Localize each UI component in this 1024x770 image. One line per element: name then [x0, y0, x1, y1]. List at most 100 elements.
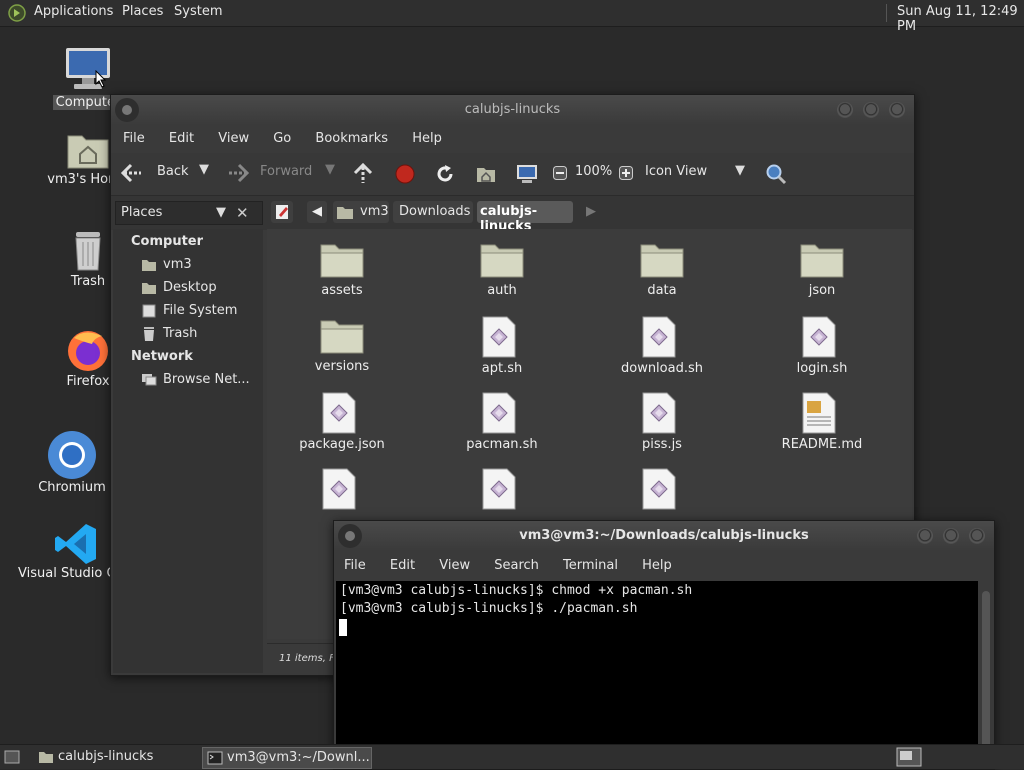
file-item-label: apt.sh — [481, 361, 523, 376]
close-sidebar-icon[interactable]: ✕ — [236, 204, 249, 222]
file-manager-titlebar[interactable]: calubjs-linucks — [111, 95, 914, 125]
distro-logo-icon[interactable] — [8, 4, 26, 22]
menu-help[interactable]: Help — [642, 558, 672, 573]
clock[interactable]: Sun Aug 11, 12:49 PM — [897, 4, 1024, 34]
close-button[interactable] — [889, 102, 905, 118]
maximize-button[interactable] — [863, 102, 879, 118]
sidebar-item-desktop[interactable]: Desktop — [141, 280, 217, 295]
zoom-level[interactable]: 100% — [575, 164, 612, 179]
up-arrow-icon[interactable] — [353, 163, 373, 185]
sidebar-item-label: Trash — [163, 326, 198, 341]
path-segment-label: Downloads — [399, 204, 471, 219]
forward-history-dropdown-icon[interactable]: ▼ — [325, 162, 335, 177]
home-icon[interactable] — [475, 164, 497, 184]
file-item[interactable]: login.sh — [767, 315, 877, 376]
terminal-output[interactable]: [vm3@vm3 calubjs-linucks]$ chmod +x pacm… — [336, 581, 978, 769]
path-left-arrow-icon[interactable]: ◀ — [307, 201, 327, 223]
file-item-label: download.sh — [620, 361, 703, 376]
reload-icon[interactable] — [435, 164, 455, 184]
places-menu[interactable]: Places — [122, 4, 163, 19]
menu-go[interactable]: Go — [273, 131, 291, 146]
window-menu-button[interactable] — [338, 524, 362, 548]
file-item-label: login.sh — [796, 361, 848, 376]
back-history-dropdown-icon[interactable]: ▼ — [199, 162, 209, 177]
forward-button[interactable]: Forward — [260, 164, 312, 179]
file-item[interactable]: assets — [287, 239, 397, 298]
search-icon[interactable] — [765, 163, 787, 185]
menu-view[interactable]: View — [218, 131, 249, 146]
mouse-cursor-icon — [95, 70, 107, 88]
terminal-scrollbar[interactable] — [980, 581, 992, 769]
computer-toolbar-icon[interactable] — [516, 163, 538, 185]
file-manager-toolbar: Back ▼ Forward ▼ 100% Icon View ▼ — [111, 153, 914, 195]
menu-view[interactable]: View — [439, 558, 470, 573]
applications-menu[interactable]: Applications — [34, 4, 113, 19]
maximize-button[interactable] — [943, 528, 959, 544]
menu-bookmarks[interactable]: Bookmarks — [315, 131, 388, 146]
file-item[interactable]: download.sh — [607, 315, 717, 376]
terminal-cursor — [339, 619, 347, 636]
zoom-in-icon[interactable] — [619, 166, 633, 180]
sidebar-item-trash[interactable]: Trash — [141, 326, 197, 341]
text-file-icon — [799, 391, 845, 435]
workspace-switcher-icon[interactable] — [896, 747, 922, 767]
view-mode-select[interactable]: Icon View — [645, 164, 707, 179]
path-segment-current[interactable]: calubjs-linucks — [477, 201, 573, 234]
file-item[interactable]: apt.sh — [447, 315, 557, 376]
file-item[interactable] — [607, 467, 717, 513]
edit-location-icon[interactable] — [271, 201, 293, 223]
close-button[interactable] — [969, 528, 985, 544]
taskbar-item-label: calubjs-linucks — [58, 749, 154, 764]
zoom-out-icon[interactable] — [553, 166, 567, 180]
menu-help[interactable]: Help — [412, 131, 442, 146]
vscode-icon — [54, 522, 98, 566]
file-item[interactable]: auth — [447, 239, 557, 298]
stop-icon[interactable] — [395, 164, 415, 184]
taskbar-item-file-manager[interactable]: calubjs-linucks — [34, 747, 218, 767]
forward-arrow-icon[interactable] — [227, 163, 249, 183]
script-file-icon — [639, 467, 685, 511]
desktop-icon-chromium[interactable]: Chromium — [24, 430, 120, 495]
folder-icon — [319, 315, 365, 357]
terminal-titlebar[interactable]: vm3@vm3:~/Downloads/calubjs-linucks — [334, 521, 994, 551]
back-button[interactable]: Back — [157, 164, 189, 179]
path-right-arrow-icon[interactable]: ▶ — [586, 204, 596, 219]
sidebar-item-browse-network[interactable]: Browse Net... — [141, 372, 250, 387]
minimize-button[interactable] — [837, 102, 853, 118]
window-menu-button[interactable] — [115, 98, 139, 122]
file-item[interactable]: versions — [287, 315, 397, 374]
path-segment-vm3[interactable]: vm3 — [333, 201, 389, 223]
file-item[interactable]: piss.js — [607, 391, 717, 452]
chromium-icon — [47, 430, 97, 480]
file-item[interactable]: package.json — [287, 391, 397, 452]
terminal-window: vm3@vm3:~/Downloads/calubjs-linucks File… — [333, 520, 995, 770]
sidebar-item-file-system[interactable]: File System — [141, 303, 237, 318]
menu-terminal[interactable]: Terminal — [563, 558, 618, 573]
path-segment-downloads[interactable]: Downloads — [393, 201, 473, 223]
sidebar-item-vm3[interactable]: vm3 — [141, 257, 192, 272]
menu-file[interactable]: File — [344, 558, 366, 573]
view-mode-dropdown-icon[interactable]: ▼ — [735, 163, 745, 178]
taskbar-item-terminal[interactable]: vm3@vm3:~/Downl... — [202, 747, 372, 769]
file-item[interactable]: json — [767, 239, 877, 298]
file-item[interactable] — [447, 467, 557, 513]
bottom-panel: calubjs-linucks vm3@vm3:~/Downl... — [0, 744, 1024, 769]
menu-edit[interactable]: Edit — [169, 131, 194, 146]
minimize-button[interactable] — [917, 528, 933, 544]
menu-search[interactable]: Search — [494, 558, 539, 573]
file-item[interactable]: data — [607, 239, 717, 298]
menu-edit[interactable]: Edit — [390, 558, 415, 573]
show-desktop-icon[interactable] — [4, 749, 20, 765]
system-menu[interactable]: System — [174, 4, 222, 19]
file-item[interactable]: README.md — [767, 391, 877, 452]
window-title: calubjs-linucks — [464, 102, 561, 117]
file-item-label: json — [808, 283, 836, 298]
script-file-icon — [319, 467, 365, 511]
file-item[interactable] — [287, 467, 397, 513]
back-arrow-icon[interactable] — [121, 163, 143, 183]
location-bar: Places ▼ ✕ ◀ vm3 Downloads calubjs-linuc… — [111, 195, 914, 234]
file-item[interactable]: pacman.sh — [447, 391, 557, 452]
home-folder-icon — [64, 128, 112, 172]
sidebar-item-label: Browse Net... — [163, 372, 250, 387]
menu-file[interactable]: File — [123, 131, 145, 146]
